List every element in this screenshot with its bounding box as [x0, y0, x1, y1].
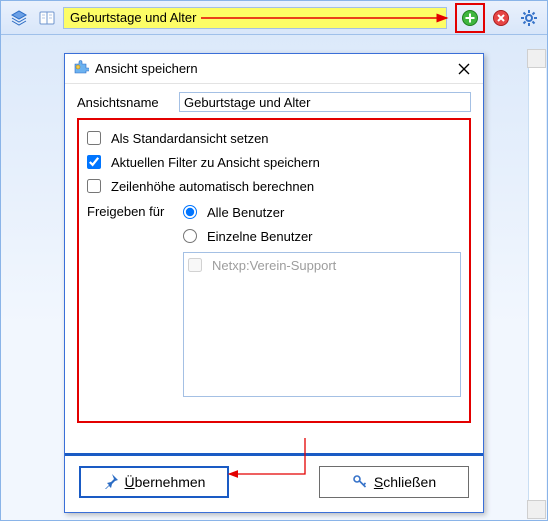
annotation-highlight-add — [455, 3, 485, 33]
cb-save-filter[interactable] — [87, 155, 101, 169]
radio-all-users[interactable] — [183, 205, 197, 219]
cb-default-view[interactable] — [87, 131, 101, 145]
dialog-titlebar: Ansicht speichern — [65, 54, 483, 84]
dialog-body: Ansichtsname Als Standardansicht setzen … — [65, 84, 483, 453]
book-icon[interactable] — [35, 6, 59, 30]
view-name-input[interactable] — [63, 7, 447, 29]
radio-single-users-label: Einzelne Benutzer — [207, 229, 313, 244]
gear-icon[interactable] — [517, 6, 541, 30]
list-item[interactable]: Netxp:Verein-Support — [188, 255, 456, 275]
share-label: Freigeben für — [87, 200, 173, 397]
accept-button-label: Übernehmen — [125, 474, 206, 490]
key-icon — [352, 473, 368, 492]
accept-button[interactable]: Übernehmen — [79, 466, 229, 498]
radio-single-users[interactable] — [183, 229, 197, 243]
cb-save-filter-label: Aktuellen Filter zu Ansicht speichern — [111, 155, 320, 170]
puzzle-icon — [73, 59, 89, 78]
cb-user-0 — [188, 258, 202, 272]
dialog-title: Ansicht speichern — [95, 61, 198, 76]
user-listbox[interactable]: Netxp:Verein-Support — [183, 252, 461, 397]
view-name-field[interactable] — [179, 92, 471, 112]
cb-user-0-label: Netxp:Verein-Support — [212, 258, 336, 273]
close-button-label: Schließen — [374, 474, 436, 490]
add-button[interactable] — [458, 6, 482, 30]
close-button[interactable]: Schließen — [319, 466, 469, 498]
cb-row-height[interactable] — [87, 179, 101, 193]
cancel-button[interactable] — [489, 6, 513, 30]
save-view-dialog: Ansicht speichern Ansichtsname Als Stand… — [64, 53, 484, 513]
stack-icon[interactable] — [7, 6, 31, 30]
radio-all-users-label: Alle Benutzer — [207, 205, 284, 220]
close-icon[interactable] — [453, 58, 475, 80]
scrollbar[interactable] — [528, 49, 546, 519]
dialog-footer: Übernehmen Schließen — [65, 453, 483, 512]
view-name-label: Ansichtsname — [77, 95, 175, 110]
toolbar — [1, 1, 547, 35]
pin-icon — [103, 473, 119, 492]
annotation-options-outline: Als Standardansicht setzen Aktuellen Fil… — [77, 118, 471, 423]
cb-row-height-label: Zeilenhöhe automatisch berechnen — [111, 179, 314, 194]
cb-default-view-label: Als Standardansicht setzen — [111, 131, 269, 146]
